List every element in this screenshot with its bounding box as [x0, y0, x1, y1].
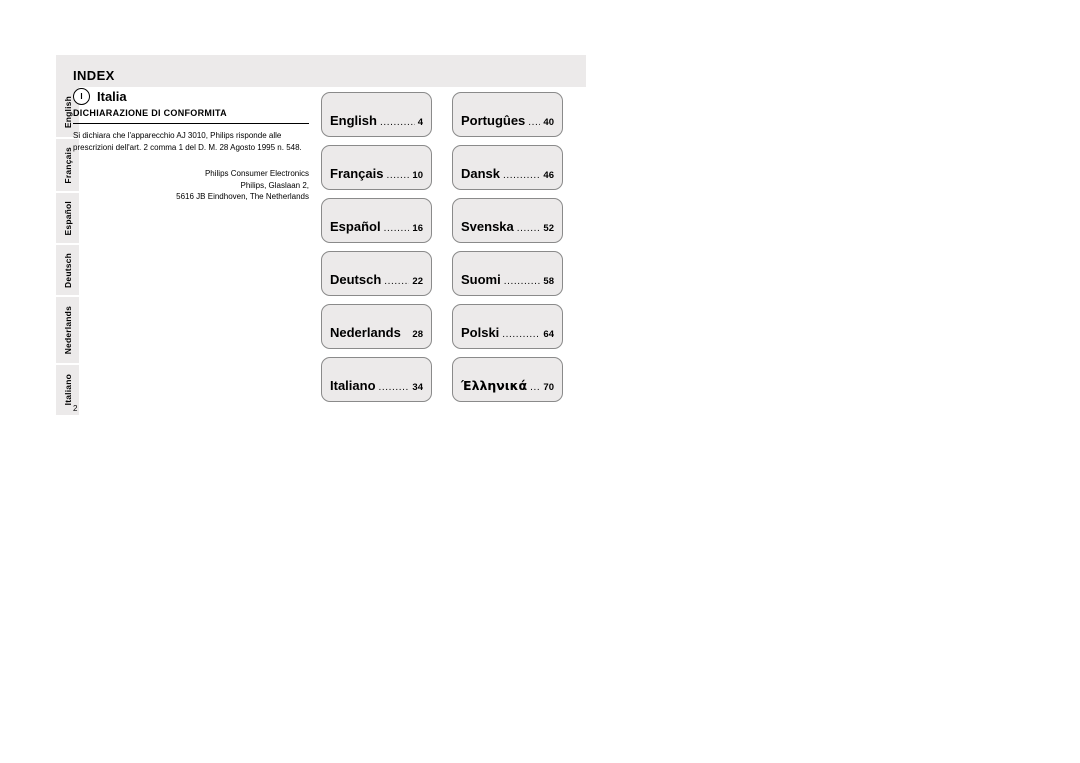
side-tab-label: Italiano: [62, 374, 73, 406]
language-entry-deutsch[interactable]: Deutsch ......... 22: [321, 251, 432, 296]
language-entry-suomi[interactable]: Suomi ............... 58: [452, 251, 563, 296]
address-line: Philips, Glaslaan 2,: [240, 180, 309, 190]
declaration-title: DICHIARAZIONE DI CONFORMITA: [73, 108, 227, 118]
language-name: Nederlands: [330, 325, 401, 340]
language-page-number: 34: [412, 382, 423, 393]
flag-badge-icon: I: [73, 88, 90, 105]
language-name: Portugûes: [461, 113, 526, 128]
language-entry-francais[interactable]: Français ......... 10: [321, 145, 432, 190]
leader-dots: ...........: [383, 224, 410, 234]
header-bar: [56, 55, 586, 87]
leader-dots: .........: [378, 383, 409, 393]
leader-dots: ................: [379, 118, 415, 128]
language-entry-dansk[interactable]: Dansk ............... 46: [452, 145, 563, 190]
language-entry-portugues[interactable]: Portugûes ...... 40: [452, 92, 563, 137]
language-entry-english[interactable]: English ................ 4: [321, 92, 432, 137]
leader-dots: .........: [386, 171, 409, 181]
side-tab-nederlands[interactable]: Nederlands: [56, 297, 79, 363]
language-page-number: 40: [543, 117, 554, 128]
address-line: 5616 JB Eindhoven, The Netherlands: [176, 192, 309, 201]
leader-dots: .........: [384, 277, 409, 287]
language-entry-greek[interactable]: Έλληνικά ....... 70: [452, 357, 563, 402]
leader-dots: ......: [528, 118, 540, 128]
language-name: Dansk: [461, 166, 501, 181]
language-entry-nederlands[interactable]: Nederlands 28: [321, 304, 432, 349]
language-entry-svenska[interactable]: Svenska .......... 52: [452, 198, 563, 243]
leader-dots: ..........: [516, 224, 541, 234]
page-title: INDEX: [73, 68, 115, 83]
language-entry-polski[interactable]: Polski ............ 64: [452, 304, 563, 349]
country-heading: I Italia: [73, 88, 127, 105]
language-name: English: [330, 113, 377, 128]
leader-dots: ...............: [503, 171, 541, 181]
manufacturer-address: Philips Consumer Electronics Philips, Gl…: [73, 168, 309, 203]
declaration-divider: [73, 123, 309, 124]
language-name: Έλληνικά: [461, 378, 528, 393]
side-tab-label: Español: [62, 200, 73, 236]
manual-index-page: INDEX English Français Español Deutsch N…: [0, 0, 1080, 763]
language-page-number: 16: [412, 223, 423, 234]
language-page-number: 70: [543, 382, 554, 393]
language-page-number: 28: [412, 329, 423, 340]
language-entry-espanol[interactable]: Español ........... 16: [321, 198, 432, 243]
side-tab-label: Français: [62, 146, 73, 184]
language-page-number: 52: [543, 223, 554, 234]
language-column-left: English ................ 4 Français ....…: [321, 92, 432, 410]
language-page-number: 4: [417, 117, 423, 128]
language-name: Français: [330, 166, 384, 181]
language-page-number: 22: [412, 276, 423, 287]
language-name: Svenska: [461, 219, 514, 234]
leader-dots: .......: [530, 383, 541, 393]
language-page-number: 58: [543, 276, 554, 287]
page-number: 2: [73, 404, 78, 413]
language-name: Polski: [461, 325, 500, 340]
side-tab-label: Nederlands: [62, 305, 73, 355]
country-name: Italia: [97, 89, 127, 104]
language-name: Deutsch: [330, 272, 382, 287]
language-name: Suomi: [461, 272, 501, 287]
declaration-body: Si dichiara che l'apparecchio AJ 3010, P…: [73, 131, 302, 152]
side-tab-label: English: [62, 95, 73, 129]
language-page-number: 46: [543, 170, 554, 181]
language-entry-italiano[interactable]: Italiano ......... 34: [321, 357, 432, 402]
language-name: Italiano: [330, 378, 376, 393]
leader-dots: ............: [502, 330, 541, 340]
language-page-number: 64: [543, 329, 554, 340]
language-name: Español: [330, 219, 381, 234]
side-tab-deutsch[interactable]: Deutsch: [56, 245, 79, 295]
leader-dots: ...............: [503, 277, 541, 287]
address-line: Philips Consumer Electronics: [204, 169, 309, 178]
language-page-number: 10: [412, 170, 423, 181]
side-tab-label: Deutsch: [62, 252, 73, 288]
language-column-right: Portugûes ...... 40 Dansk ..............…: [452, 92, 563, 410]
